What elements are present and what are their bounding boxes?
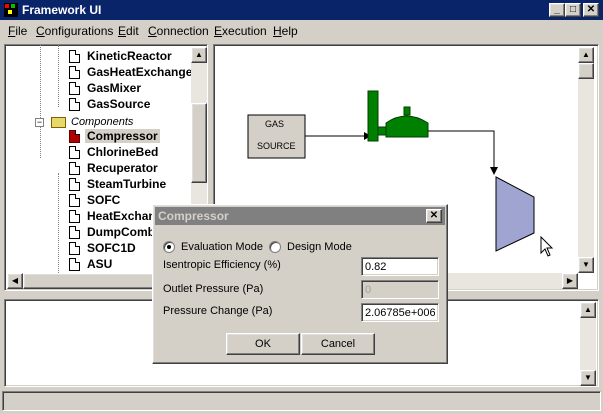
menu-help[interactable]: Help: [273, 24, 298, 38]
scroll-left-icon[interactable]: ◀: [7, 273, 23, 289]
dialog-close-icon[interactable]: ✕: [426, 209, 442, 223]
evaluation-mode-radio[interactable]: [163, 241, 175, 253]
menu-edit-mnemonic: E: [118, 24, 127, 38]
outlet-pressure-input: [361, 280, 439, 299]
menu-edit[interactable]: Edit: [118, 24, 139, 38]
menu-edit-label: dit: [126, 24, 139, 38]
menu-execution-mnemonic: E: [214, 24, 223, 38]
component-icon: [69, 50, 80, 63]
dialog-title-bar[interactable]: Compressor ✕: [155, 207, 445, 225]
component-icon: [69, 130, 80, 143]
tree-item-label: SteamTurbine: [87, 177, 167, 191]
menu-configurations-label: onfigurations: [44, 24, 114, 38]
scroll-down-icon[interactable]: ▼: [580, 370, 596, 386]
gas-source-line1: GAS: [265, 119, 285, 129]
tree-item-label: GasMixer: [87, 81, 142, 95]
dialog-title: Compressor: [158, 209, 229, 223]
minimize-icon[interactable]: _: [549, 3, 565, 17]
pressure-change-input[interactable]: [361, 303, 439, 322]
scroll-thumb[interactable]: [23, 273, 163, 289]
scroll-down-icon[interactable]: ▼: [578, 257, 594, 273]
evaluation-mode-label[interactable]: Evaluation Mode: [181, 241, 263, 253]
isentropic-efficiency-label: Isentropic Efficiency (%): [163, 259, 281, 271]
equipment-nozzle: [403, 106, 411, 116]
gas-source-line2: SOURCE: [257, 141, 296, 151]
tree-item-label: KineticReactor: [87, 49, 172, 63]
isentropic-efficiency-input[interactable]: [361, 257, 439, 276]
menu-execution[interactable]: Execution: [214, 24, 267, 38]
outlet-pressure-label: Outlet Pressure (Pa): [163, 283, 264, 295]
compressor-block[interactable]: [495, 176, 535, 252]
menu-configurations-mnemonic: C: [36, 24, 45, 38]
component-icon: [69, 66, 80, 79]
menu-configurations[interactable]: Configurations: [36, 24, 113, 38]
scroll-up-icon[interactable]: ▲: [578, 47, 594, 63]
menu-connection-label: onnection: [156, 24, 209, 38]
tree-item-label: Compressor: [85, 129, 160, 143]
menu-file-label: ile: [15, 24, 28, 38]
pointer-cursor-icon: [540, 235, 554, 257]
tree-item-label: Recuperator: [87, 161, 158, 175]
tree-line: [58, 45, 59, 107]
app-icon[interactable]: [4, 3, 18, 17]
collapse-toggle[interactable]: −: [35, 118, 44, 127]
cancel-button[interactable]: Cancel: [301, 333, 375, 355]
component-icon: [69, 258, 80, 271]
menu-help-label: elp: [281, 24, 298, 38]
compressor-dialog: Compressor ✕ Evaluation Mode Design Mode…: [152, 204, 448, 364]
pressure-change-label: Pressure Change (Pa): [163, 305, 273, 317]
maximize-icon[interactable]: □: [565, 3, 581, 17]
tree-item-label: ChlorineBed: [87, 145, 159, 159]
scroll-thumb[interactable]: [578, 63, 594, 79]
menu-execution-label: xecution: [222, 24, 267, 38]
menu-file[interactable]: File: [8, 24, 27, 38]
combustor-equipment[interactable]: [385, 115, 429, 138]
connection-line[interactable]: [428, 130, 495, 171]
tree-folder-label: Components: [71, 116, 134, 128]
scroll-up-icon[interactable]: ▲: [580, 302, 596, 318]
component-icon: [69, 178, 80, 191]
component-icon: [69, 98, 80, 111]
menu-bar: File Configurations Edit Connection Exec…: [0, 21, 603, 40]
component-icon: [69, 210, 80, 223]
tree-item-label: GasHeatExchanger: [87, 65, 198, 79]
ok-button[interactable]: OK: [226, 333, 300, 355]
tree-item-label: ASU: [87, 257, 113, 271]
close-icon[interactable]: ✕: [583, 3, 599, 17]
connection-arrow: [490, 167, 498, 175]
log-vertical-scrollbar[interactable]: ▲ ▼: [580, 302, 596, 386]
menu-connection[interactable]: Connection: [148, 24, 209, 38]
scroll-right-icon[interactable]: ▶: [562, 273, 578, 289]
tree-item-label: SOFC: [87, 193, 121, 207]
component-icon: [69, 242, 80, 255]
tree-line: [40, 45, 41, 158]
component-icon: [69, 194, 80, 207]
window-title: Framework UI: [22, 3, 102, 17]
menu-help-mnemonic: H: [273, 24, 282, 38]
component-icon: [69, 82, 80, 95]
status-bar: [2, 391, 601, 411]
tree-item-label: SOFC1D: [87, 241, 136, 255]
component-icon: [69, 162, 80, 175]
folder-icon: [51, 117, 66, 128]
scroll-up-icon[interactable]: ▲: [191, 47, 207, 63]
design-mode-radio[interactable]: [269, 241, 281, 253]
component-icon: [69, 226, 80, 239]
title-bar: Framework UI _ □ ✕: [0, 0, 603, 20]
column-equipment[interactable]: [367, 90, 379, 142]
tree-item-label: GasSource: [87, 97, 151, 111]
scroll-thumb[interactable]: [191, 103, 207, 183]
pipe-connector: [377, 126, 387, 136]
component-icon: [69, 146, 80, 159]
menu-connection-mnemonic: C: [148, 24, 157, 38]
canvas-vertical-scrollbar[interactable]: ▲ ▼: [578, 47, 594, 273]
design-mode-label[interactable]: Design Mode: [287, 241, 352, 253]
